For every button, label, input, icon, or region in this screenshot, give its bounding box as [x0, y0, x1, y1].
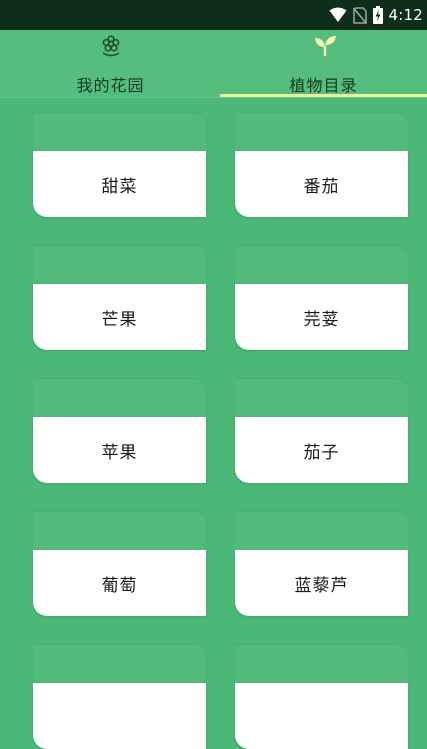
no-sim-icon: [352, 6, 367, 24]
plant-card-image-area: [33, 512, 206, 550]
plant-card-footer: 甜菜: [33, 151, 206, 217]
plant-name: 葡萄: [101, 575, 138, 596]
tab-plant-catalog-label: 植物目录: [289, 76, 358, 95]
plant-card[interactable]: 番茄: [235, 113, 408, 217]
plant-name: 芫荽: [303, 309, 340, 330]
status-bar: 4:12: [0, 0, 427, 30]
plant-name: 茄子: [303, 442, 340, 463]
plant-name: 甜菜: [101, 176, 138, 197]
clock: 4:12: [388, 6, 423, 24]
plant-card-image-area: [235, 512, 408, 550]
battery-charging-icon: [372, 6, 383, 24]
tab-my-garden[interactable]: 我的花园: [4, 30, 217, 97]
plant-card[interactable]: 茄子: [235, 379, 408, 483]
plant-card-footer: 蓝藜芦: [235, 550, 408, 616]
plant-card-image-area: [235, 113, 408, 151]
plant-card-image-area: [33, 113, 206, 151]
plant-card-image-area: [235, 379, 408, 417]
tab-selected-indicator: [220, 94, 427, 97]
plant-card-footer: [235, 683, 408, 749]
plant-card-image-area: [235, 645, 408, 683]
plant-card-footer: 茄子: [235, 417, 408, 483]
plant-card-footer: 苹果: [33, 417, 206, 483]
plant-card-image-area: [33, 379, 206, 417]
plant-card-footer: 芫荽: [235, 284, 408, 350]
plant-card-footer: 芒果: [33, 284, 206, 350]
plant-card-image-area: [235, 246, 408, 284]
plant-card[interactable]: [33, 645, 206, 749]
plant-name: 蓝藜芦: [294, 575, 349, 596]
plant-grid: 甜菜 番茄 芒果 芫荽 苹果 茄子 葡萄 蓝藜芦: [0, 98, 427, 749]
plant-card-image-area: [33, 645, 206, 683]
plant-card-image-area: [33, 246, 206, 284]
tab-plant-catalog[interactable]: 植物目录: [220, 30, 427, 97]
status-icons: 4:12: [329, 5, 423, 25]
flower-icon: [99, 34, 123, 58]
plant-card[interactable]: 甜菜: [33, 113, 206, 217]
plant-card-footer: [33, 683, 206, 749]
plant-card[interactable]: [235, 645, 408, 749]
wifi-icon: [329, 7, 347, 23]
plant-card[interactable]: 芒果: [33, 246, 206, 350]
plant-name: 芒果: [101, 309, 138, 330]
tab-bar: 我的花园 植物目录: [0, 30, 427, 98]
sprout-icon: [312, 34, 336, 58]
tab-my-garden-label: 我的花园: [76, 76, 145, 95]
plant-card[interactable]: 苹果: [33, 379, 206, 483]
plant-name: 苹果: [101, 442, 138, 463]
plant-name: 番茄: [303, 176, 340, 197]
plant-card-footer: 番茄: [235, 151, 408, 217]
plant-card[interactable]: 蓝藜芦: [235, 512, 408, 616]
plant-card[interactable]: 葡萄: [33, 512, 206, 616]
plant-card[interactable]: 芫荽: [235, 246, 408, 350]
plant-card-footer: 葡萄: [33, 550, 206, 616]
